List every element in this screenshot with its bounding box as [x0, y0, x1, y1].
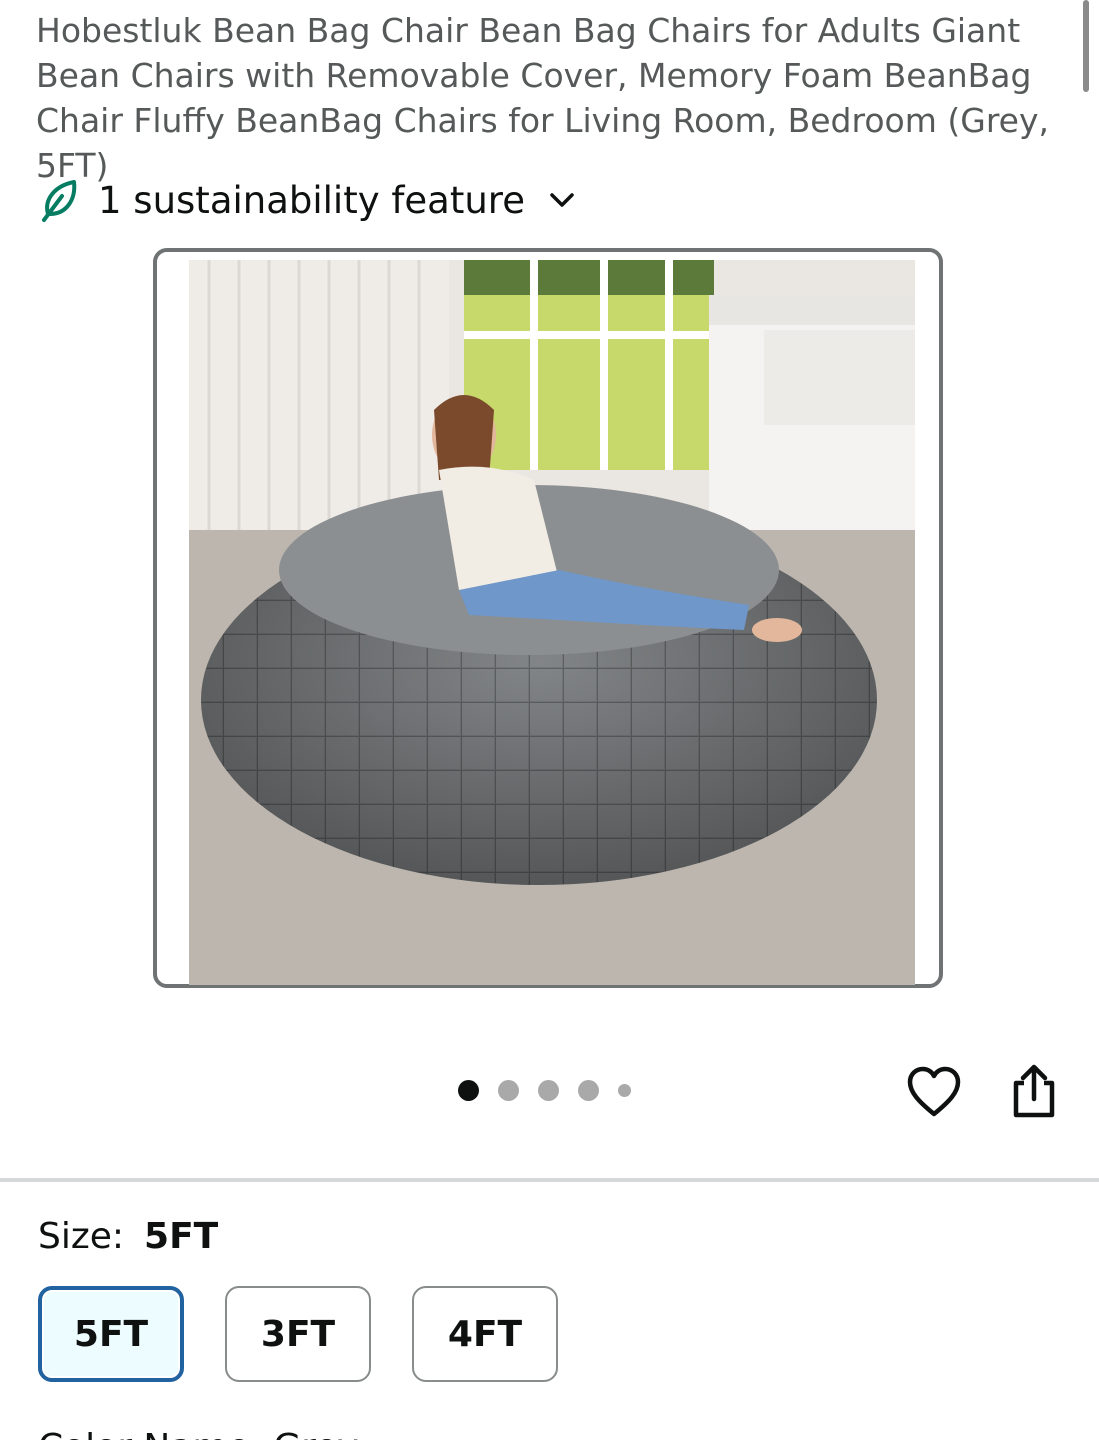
size-option-3ft[interactable]: 3FT: [225, 1286, 371, 1382]
product-image-gallery[interactable]: [153, 248, 943, 988]
size-selected-value: 5FT: [144, 1216, 219, 1257]
sustainability-toggle[interactable]: 1 sustainability feature: [40, 172, 577, 228]
sustainability-label: 1 sustainability feature: [98, 178, 525, 222]
pagination-dot[interactable]: [578, 1080, 599, 1101]
pagination-dot[interactable]: [538, 1080, 559, 1101]
image-pagination-dots: [458, 1080, 631, 1101]
size-option-5ft[interactable]: 5FT: [38, 1286, 184, 1382]
section-divider: [0, 1178, 1099, 1182]
leaf-icon: [42, 180, 77, 222]
chevron-down-icon: [550, 193, 574, 207]
size-label: Size:: [38, 1216, 125, 1257]
pagination-dot[interactable]: [458, 1080, 479, 1101]
product-image[interactable]: [189, 260, 915, 985]
share-icon[interactable]: [1010, 1063, 1058, 1119]
color-name-label: Color Name: Grey: [38, 1418, 359, 1440]
scrollbar[interactable]: [1083, 0, 1089, 92]
bean-bag-photo: [189, 260, 915, 985]
size-option-4ft[interactable]: 4FT: [412, 1286, 558, 1382]
pagination-dot[interactable]: [498, 1080, 519, 1101]
pagination-dot[interactable]: [618, 1084, 631, 1097]
size-heading: Size: 5FT: [38, 1216, 218, 1257]
heart-icon[interactable]: [906, 1065, 962, 1119]
product-title: Hobestluk Bean Bag Chair Bean Bag Chairs…: [36, 11, 1049, 185]
